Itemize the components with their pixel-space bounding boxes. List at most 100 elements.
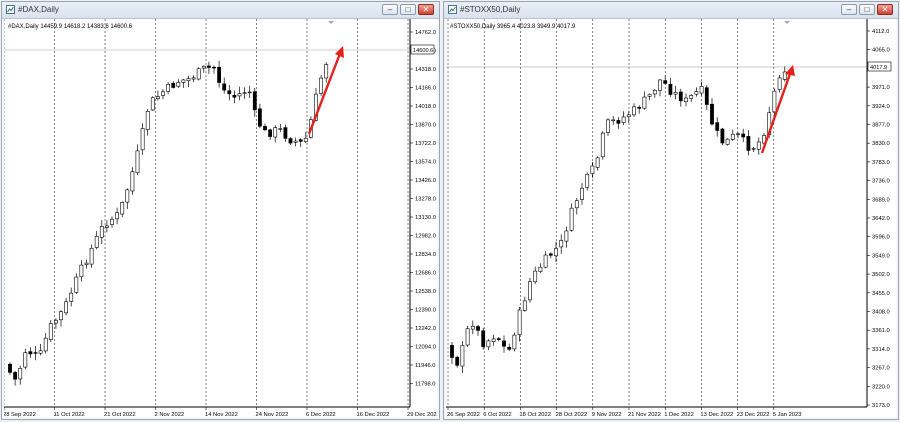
candle-bear <box>704 87 709 105</box>
chart-window-stoxx50[interactable]: #STOXX50,Daily – □ ✕ 4112.0 4065.0 4017.9 3… <box>443 1 899 420</box>
maximize-button[interactable]: □ <box>859 4 875 15</box>
candle-bull <box>38 350 43 354</box>
minimize-button[interactable]: – <box>841 4 857 15</box>
candle-bull <box>161 91 165 96</box>
candle-bull <box>140 128 145 151</box>
candle-bull <box>273 127 278 138</box>
price-tick-label: 3971.0 <box>872 85 890 91</box>
candle-bull <box>699 86 704 94</box>
price-tick-label: 3830.0 <box>872 141 890 147</box>
candle-bull <box>777 77 782 90</box>
time-tick-label: 14 Nov 2022 <box>205 412 238 417</box>
maximize-button[interactable]: □ <box>400 4 416 15</box>
candle-bear <box>507 347 512 350</box>
price-tick-label: 13574.0 <box>415 160 436 166</box>
candle-bull <box>460 345 465 367</box>
price-tick-label: 3783.0 <box>872 160 890 166</box>
candles <box>450 66 787 373</box>
candle-bull <box>751 148 756 150</box>
time-tick-label: 26 Sep 2022 <box>447 412 480 417</box>
window-titlebar[interactable]: #DAX,Daily – □ ✕ <box>2 2 439 19</box>
price-tick-label: 3267.0 <box>872 366 890 372</box>
candle-bull <box>554 248 558 257</box>
candle-bull <box>18 368 23 380</box>
candle-bear <box>283 127 288 139</box>
price-tick-label: 14762.0 <box>415 30 436 36</box>
candle-bull <box>621 116 626 123</box>
candle-bull <box>64 301 69 314</box>
candle-bull <box>590 165 595 174</box>
chart-window-dax[interactable]: #DAX,Daily – □ ✕ 14762.014466.014318.014… <box>1 1 440 420</box>
candle-bull <box>772 90 777 113</box>
candle-bear <box>715 122 720 131</box>
price-tick-label: 14318.0 <box>415 67 436 73</box>
price-tick-label: 3408.0 <box>872 310 890 316</box>
candle-bull <box>611 119 616 122</box>
price-tick-label: 13278.0 <box>415 197 436 203</box>
candle-bear <box>217 66 222 83</box>
current-price-label: 4017.9 <box>870 65 887 71</box>
price-tick-label: 12242.0 <box>415 326 436 332</box>
candlestick-chart-svg[interactable]: 4112.0 4065.0 4017.9 3971.0 3924.0 3877.0 3830… <box>446 19 896 417</box>
grid-lines <box>447 19 775 407</box>
price-tick-label: 3924.0 <box>872 104 890 110</box>
chart-window-icon <box>448 5 457 14</box>
chart-window-icon <box>6 5 15 14</box>
candle-bull <box>150 97 155 111</box>
candle-bull <box>730 133 735 140</box>
candle-bear <box>481 330 486 347</box>
time-scale: 26 Sep 2022 6 Oct 2022 18 Oct 2022 28 Oct 2… <box>447 407 801 417</box>
candle-bull <box>23 352 28 368</box>
candle-bull <box>626 114 631 118</box>
candle-bull <box>186 78 191 81</box>
price-tick-label: 11798.0 <box>415 382 436 388</box>
candle-bull <box>99 226 104 238</box>
close-button[interactable]: ✕ <box>418 4 434 15</box>
grid-lines <box>4 19 409 407</box>
time-tick-label: 1 Dec 2022 <box>664 412 694 417</box>
candle-bull <box>689 95 694 99</box>
candle-bull <box>543 254 548 268</box>
candle-bull <box>110 218 114 225</box>
candle-bull <box>237 93 242 97</box>
price-tick-label: 13722.0 <box>415 141 436 147</box>
candle-bull <box>130 171 135 192</box>
candle-bull <box>725 138 730 145</box>
minimize-button[interactable]: – <box>382 4 398 15</box>
price-scale: 14762.014466.014318.014166.014018.013870… <box>410 30 436 388</box>
candle-bull <box>600 132 605 158</box>
close-button[interactable]: ✕ <box>877 4 893 15</box>
candle-bear <box>663 80 668 84</box>
candle-bear <box>288 138 293 144</box>
window-titlebar[interactable]: #STOXX50,Daily – □ ✕ <box>444 2 898 19</box>
candle-bear <box>268 129 273 137</box>
candle-bull <box>247 91 252 94</box>
price-tick-label: 3220.0 <box>872 384 890 390</box>
candle-bear <box>455 356 460 366</box>
candle-bull <box>559 240 564 248</box>
price-tick-label: 3549.0 <box>872 253 890 259</box>
candle-bull <box>528 281 532 301</box>
price-chart[interactable]: 4112.0 4065.0 4017.9 3971.0 3924.0 3877.0 3830… <box>446 19 896 417</box>
candle-bull <box>694 91 699 95</box>
price-chart[interactable]: 14762.014466.014318.014166.014018.013870… <box>4 19 437 417</box>
candlestick-chart-svg[interactable]: 14762.014466.014318.014166.014018.013870… <box>4 19 437 417</box>
candle-bull <box>606 119 610 133</box>
time-tick-label: 29 Dec 2022 <box>407 412 437 417</box>
time-tick-label: 13 Dec 2022 <box>700 412 733 417</box>
price-tick-label: 3877.0 <box>872 123 890 129</box>
candle-bull <box>517 309 522 335</box>
candle-bull <box>736 133 740 135</box>
chart-shift-marker <box>328 21 334 24</box>
candle-bull <box>538 266 543 272</box>
candle-bull <box>647 94 652 97</box>
time-tick-label: 24 Nov 2022 <box>256 412 289 417</box>
time-scale: 28 Sep 2022 11 Oct 2022 21 Oct 2022 2 Nov 2… <box>4 407 437 417</box>
candle-bull <box>278 128 283 130</box>
candle-bull <box>756 141 761 150</box>
candle-bull <box>574 200 579 209</box>
candle-bear <box>263 126 267 131</box>
candle-bull <box>79 264 84 278</box>
time-tick-label: 16 Dec 2022 <box>357 412 390 417</box>
price-tick-label: 4112.0 <box>872 29 889 35</box>
